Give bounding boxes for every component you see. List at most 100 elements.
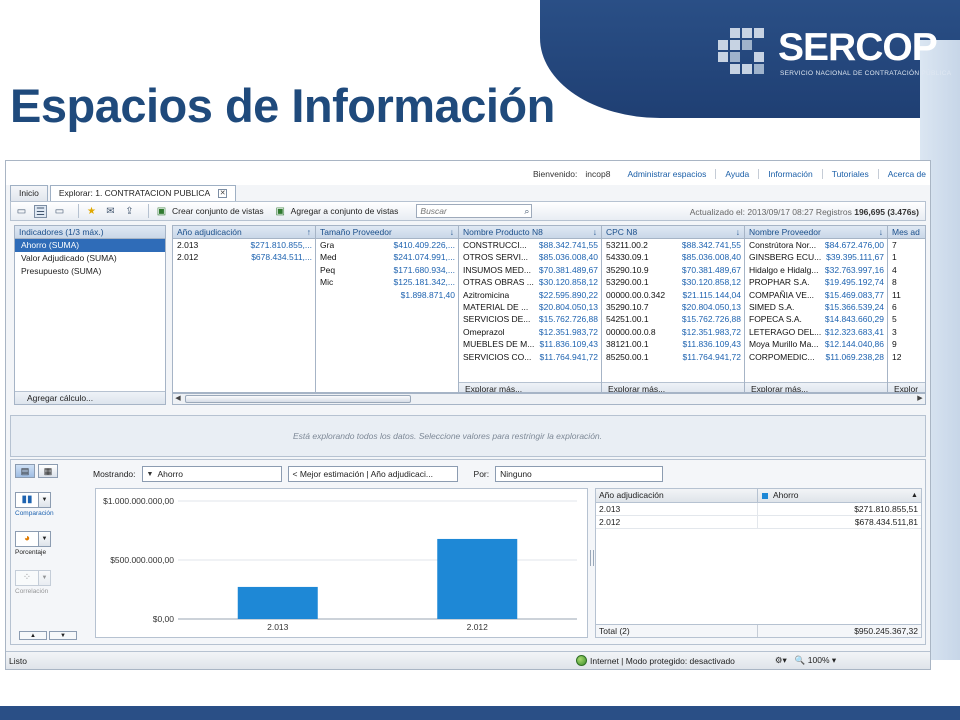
chevron-down-icon[interactable]: ▼ — [39, 492, 51, 508]
dimension-header[interactable]: Nombre Producto N8 ↓ — [459, 226, 601, 239]
dimension-row[interactable]: CORPOMEDIC... $11.069.238,28 — [745, 351, 887, 363]
chevron-down-icon[interactable]: ▼ — [39, 531, 51, 547]
zoom-icon[interactable]: 🔍 100% ▾ — [795, 655, 836, 666]
by-dropdown[interactable]: Ninguno — [495, 466, 664, 482]
dimension-row[interactable]: Med $241.074.991,... — [316, 251, 458, 263]
email-icon[interactable]: ✉ — [104, 205, 117, 218]
dimension-row[interactable]: Hidalgo e Hidalg... $32.763.997,16 — [745, 264, 887, 276]
link-administrar-espacios[interactable]: Administrar espacios — [618, 169, 717, 179]
dimension-row[interactable]: 12 — [888, 351, 925, 363]
dimension-row[interactable]: LETERAGO DEL... $12.323.683,41 — [745, 326, 887, 338]
dimension-header[interactable]: Año adjudicación ↑ — [173, 226, 315, 239]
layout-split-icon[interactable]: ▭ — [53, 205, 66, 218]
panel-splitter[interactable] — [590, 550, 594, 566]
tools-icon[interactable]: ⚙▾ — [775, 655, 787, 666]
sort-icon[interactable]: ↓ — [736, 227, 740, 237]
explore-more-button[interactable]: Explor — [888, 382, 925, 392]
dimension-row[interactable]: $1.898.871,40 — [316, 289, 458, 301]
dimension-row[interactable]: 7 — [888, 239, 925, 251]
dimension-row[interactable]: 9 — [888, 338, 925, 350]
scroll-left-icon[interactable]: ◀ — [173, 394, 183, 404]
page-up-icon[interactable]: ▲ — [19, 631, 47, 640]
search-box[interactable]: ⌕ — [416, 204, 533, 218]
indicator-ahorro[interactable]: Ahorro (SUMA) — [15, 239, 165, 252]
dimension-row[interactable]: 53211.00.2 $88.342.741,55 — [602, 239, 744, 251]
horizontal-scrollbar[interactable]: ◀ ▶ — [172, 393, 926, 405]
dimension-row[interactable]: Gra $410.409.226,... — [316, 239, 458, 251]
page-down-icon[interactable]: ▼ — [49, 631, 77, 640]
sort-icon[interactable]: ↓ — [593, 227, 597, 237]
dimension-row[interactable]: PROPHAR S.A. $19.495.192,74 — [745, 276, 887, 288]
dimension-row[interactable]: OTRAS OBRAS ... $30.120.858,12 — [459, 276, 601, 288]
dimension-row[interactable]: 54330.09.1 $85.036.008,40 — [602, 251, 744, 263]
sort-icon[interactable]: ↓ — [879, 227, 883, 237]
sort-icon[interactable]: ↑ — [307, 227, 311, 237]
dimension-header[interactable]: Nombre Proveedor ↓ — [745, 226, 887, 239]
dimension-row[interactable]: 2.012 $678.434.511,... — [173, 251, 315, 263]
close-tab-icon[interactable]: ✕ — [218, 189, 228, 199]
indicator-valor-adjudicado[interactable]: Valor Adjudicado (SUMA) — [15, 252, 165, 265]
sort-icon[interactable]: ↓ — [450, 227, 454, 237]
link-ayuda[interactable]: Ayuda — [716, 169, 760, 179]
dimension-row[interactable]: 8 — [888, 276, 925, 288]
layout-single-icon[interactable]: ▭ — [15, 205, 28, 218]
dimension-row[interactable]: SIMED S.A. $15.366.539,24 — [745, 301, 887, 313]
dimension-row[interactable]: 53290.00.1 $30.120.858,12 — [602, 276, 744, 288]
dimension-row[interactable]: 5 — [888, 313, 925, 325]
table-view-icon[interactable]: ▦ — [38, 464, 58, 478]
indicator-presupuesto[interactable]: Presupuesto (SUMA) — [15, 265, 165, 278]
grid-column-header[interactable]: Ahorro — [758, 489, 908, 502]
dimension-row[interactable]: COMPAÑIA VE... $15.469.083,77 — [745, 289, 887, 301]
dimension-row[interactable]: INSUMOS MED... $70.381.489,67 — [459, 264, 601, 276]
explore-more-button[interactable]: Explorar más... — [602, 382, 744, 392]
dimension-row[interactable]: 4 — [888, 264, 925, 276]
table-row[interactable]: 2.012 $678.434.511,81 — [596, 516, 921, 529]
dimension-row[interactable]: 00000.00.0.342 $21.115.144,04 — [602, 289, 744, 301]
dimension-row[interactable]: 85250.00.1 $11.764.941,72 — [602, 351, 744, 363]
dimension-row[interactable]: 35290.10.7 $20.804.050,13 — [602, 301, 744, 313]
dimension-row[interactable]: OTROS SERVI... $85.036.008,40 — [459, 251, 601, 263]
dimension-row[interactable]: 54251.00.1 $15.762.726,88 — [602, 313, 744, 325]
dimension-row[interactable]: MATERIAL DE ... $20.804.050,13 — [459, 301, 601, 313]
search-icon[interactable]: ⌕ — [524, 206, 529, 217]
layout-list-icon[interactable]: ☰ — [34, 204, 47, 218]
dimension-row[interactable]: SERVICIOS CO... $11.764.941,72 — [459, 351, 601, 363]
dimension-header[interactable]: Tamaño Proveedor ↓ — [316, 226, 458, 239]
dimension-row[interactable]: CONSTRUCCI... $88.342.741,55 — [459, 239, 601, 251]
explore-more-button[interactable]: Explorar más... — [745, 382, 887, 392]
dimension-row[interactable]: Azitromicina $22.595.890,22 — [459, 289, 601, 301]
dimension-row[interactable]: 6 — [888, 301, 925, 313]
explore-more-button[interactable]: Explorar más... — [459, 382, 601, 392]
dimension-row[interactable]: Constrútora Nor... $84.672.476,00 — [745, 239, 887, 251]
tab-explorar[interactable]: Explorar: 1. CONTRATACION PUBLICA ✕ — [49, 185, 237, 201]
dimension-row[interactable]: FOPECA S.A. $14.843.660,29 — [745, 313, 887, 325]
dimension-row[interactable]: 2.013 $271.810.855,... — [173, 239, 315, 251]
link-tutoriales[interactable]: Tutoriales — [823, 169, 879, 179]
favorite-star-icon[interactable]: ★ — [85, 205, 98, 218]
add-calculation-button[interactable]: Agregar cálculo... — [15, 391, 165, 404]
export-icon[interactable]: ⇪ — [123, 205, 136, 218]
dimension-header[interactable]: CPC N8 ↓ — [602, 226, 744, 239]
dimension-row[interactable]: Omeprazol $12.351.983,72 — [459, 326, 601, 338]
search-input[interactable] — [420, 206, 517, 216]
create-view-set-button[interactable]: ▣ Crear conjunto de vistas — [155, 205, 264, 218]
table-row[interactable]: 2.013 $271.810.855,51 — [596, 503, 921, 516]
tab-inicio[interactable]: Inicio — [10, 185, 48, 201]
dimension-row[interactable]: 00000.00.0.8 $12.351.983,72 — [602, 326, 744, 338]
dimension-row[interactable]: MUEBLES DE M... $11.836.109,43 — [459, 338, 601, 350]
pie-chart-icon[interactable]: ◕ — [15, 531, 39, 547]
add-to-view-set-button[interactable]: ▣ Agregar a conjunto de vistas — [274, 205, 398, 218]
dimension-row[interactable]: 38121.00.1 $11.836.109,43 — [602, 338, 744, 350]
bar-chart-icon[interactable]: ▮▮ — [15, 492, 39, 508]
dimension-row[interactable]: SERVICIOS DE... $15.762.726,88 — [459, 313, 601, 325]
scrollbar-thumb[interactable] — [185, 395, 411, 403]
dimension-header[interactable]: Mes ad — [888, 226, 925, 239]
security-zone[interactable]: Internet | Modo protegido: desactivado — [576, 655, 735, 666]
dimension-row[interactable]: Mic $125.181.342,... — [316, 276, 458, 288]
dimension-row[interactable]: 3 — [888, 326, 925, 338]
showing-dropdown[interactable]: ▼ Ahorro — [141, 466, 282, 482]
link-acerca-de[interactable]: Acerca de — [879, 169, 926, 179]
link-informacion[interactable]: Información — [759, 169, 823, 179]
best-estimate-button[interactable]: < Mejor estimación | Año adjudicaci... — [287, 466, 458, 482]
dimension-row[interactable]: 1 — [888, 251, 925, 263]
